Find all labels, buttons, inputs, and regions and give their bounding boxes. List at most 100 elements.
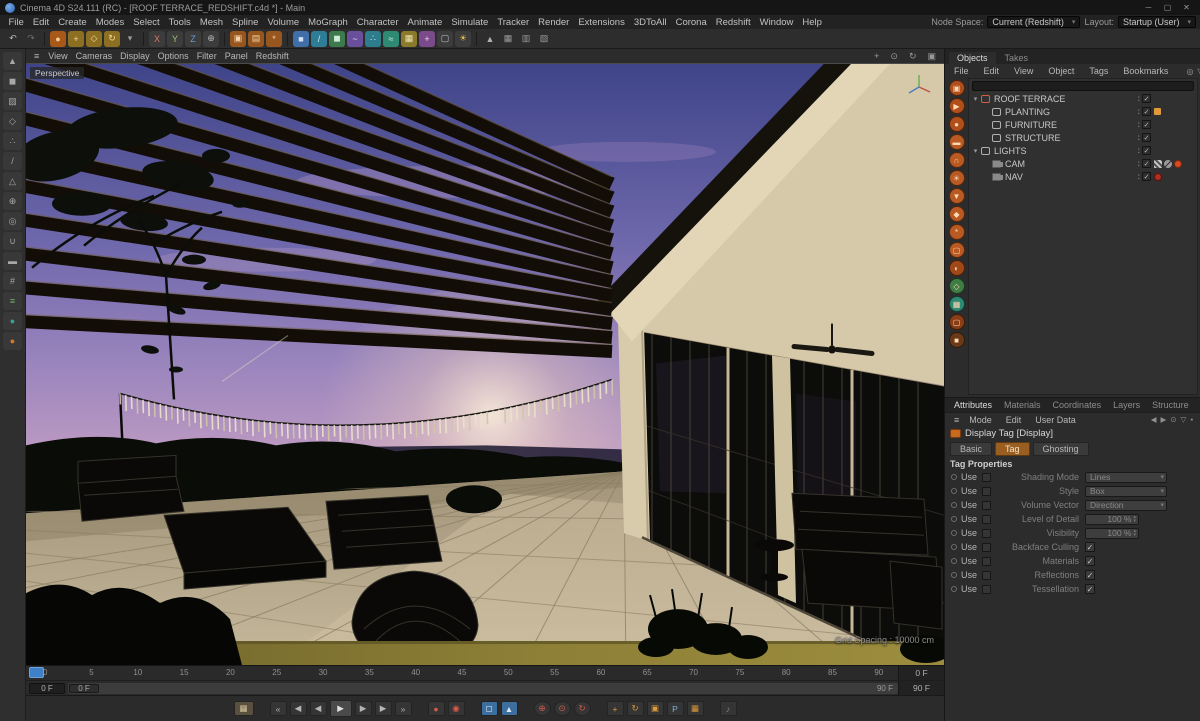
viewport-menu-cameras[interactable]: Cameras — [72, 51, 117, 61]
render-check-icon[interactable]: ✓ — [1142, 94, 1151, 103]
rs-ipr-icon[interactable]: ▶ — [948, 98, 965, 114]
forward-arrow-icon[interactable]: ▶ — [1158, 415, 1168, 424]
play-button[interactable]: ▶ — [329, 700, 352, 717]
menu-corona[interactable]: Corona — [671, 17, 711, 28]
menu-help[interactable]: Help — [798, 17, 827, 28]
parameter-mode-button[interactable]: P — [666, 701, 684, 716]
viewport-menu-options[interactable]: Options — [154, 51, 193, 61]
use-checkbox[interactable] — [982, 556, 991, 566]
layout-single-view-icon[interactable]: ▦ — [500, 31, 516, 47]
goto-end-button[interactable]: » — [394, 701, 412, 716]
camera-object-icon[interactable]: ▢ — [437, 30, 453, 47]
collapse-arrow-icon[interactable]: ▾ — [971, 147, 980, 155]
last-tool-icon[interactable]: ▾ — [122, 31, 138, 47]
subtab-basic[interactable]: Basic — [950, 441, 993, 456]
materials-checkbox[interactable]: ✓ — [1085, 556, 1095, 566]
undo-icon[interactable]: ↶ — [5, 31, 21, 47]
back-arrow-icon[interactable]: ◀ — [1149, 415, 1159, 424]
anim-dot-icon[interactable] — [951, 544, 957, 550]
rs-camera-icon[interactable]: ▢ — [948, 314, 965, 330]
prev-key-button[interactable]: ◀ — [289, 701, 307, 716]
render-check-icon[interactable]: ✓ — [1142, 172, 1151, 181]
style-select[interactable]: Box ▾ — [1085, 485, 1167, 497]
use-checkbox[interactable] — [982, 472, 991, 482]
record-position-button[interactable]: ⊕ — [533, 701, 551, 716]
edges-mode-icon[interactable]: / — [3, 152, 22, 170]
hamburger-icon[interactable]: ≡ — [950, 415, 963, 425]
range-slider-grip[interactable]: 0 F — [69, 683, 99, 693]
search-icon[interactable]: ⊙ — [1168, 415, 1178, 424]
light-object-icon[interactable]: ☀ — [455, 30, 471, 47]
om-menu-edit[interactable]: Edit — [980, 66, 1004, 76]
pan-view-icon[interactable]: + — [870, 51, 883, 62]
simulation-icon[interactable]: + — [419, 30, 435, 47]
node-space-select[interactable]: Current (Redshift) ▾ — [987, 16, 1081, 28]
anim-dot-icon[interactable] — [951, 586, 957, 592]
viewport-menu-redshift[interactable]: Redshift — [252, 51, 293, 61]
menu-mesh[interactable]: Mesh — [195, 17, 227, 28]
layer-color-chip[interactable] — [1154, 108, 1161, 115]
menu-file[interactable]: File — [4, 17, 28, 28]
render-check-icon[interactable]: ✓ — [1142, 133, 1151, 142]
menu-3dtoall[interactable]: 3DToAll — [629, 17, 671, 28]
volume-builder-icon[interactable]: ▦ — [401, 30, 417, 47]
use-checkbox[interactable] — [982, 570, 991, 580]
move-tool-icon[interactable]: + — [68, 30, 84, 47]
menu-select[interactable]: Select — [129, 17, 164, 28]
spline-pen-icon[interactable]: / — [311, 30, 327, 47]
anim-dot-icon[interactable] — [951, 488, 957, 494]
primitive-cube-icon[interactable]: ■ — [293, 30, 309, 47]
object-row-planting[interactable]: PLANTING: ✓ — [969, 105, 1197, 118]
minimize-button[interactable]: ─ — [1140, 1, 1157, 14]
object-row-furniture[interactable]: FURNITURE: ✓ — [969, 118, 1197, 131]
object-row-structure[interactable]: STRUCTURE: ✓ — [969, 131, 1197, 144]
anim-dot-icon[interactable] — [951, 572, 957, 578]
material-ball-icon[interactable]: ● — [3, 312, 22, 330]
menu-render[interactable]: Render — [534, 17, 574, 28]
tab-layers[interactable]: Layers — [1108, 400, 1145, 410]
polygons-mode-icon[interactable]: △ — [3, 172, 22, 190]
rs-portal-light-icon[interactable]: ▢ — [948, 242, 965, 258]
bend-deformer-icon[interactable]: ~ — [347, 30, 363, 47]
record-scale-button[interactable]: ⊙ — [553, 701, 571, 716]
level-of-detail-field[interactable]: 100 % ▴ ▾ — [1085, 513, 1139, 525]
current-frame-box[interactable]: 0 F — [898, 666, 944, 680]
timeline-ruler[interactable]: 0 5 10 15 20 25 30 35 40 45 50 55 60 65 70 75 80 85 90 — [26, 666, 898, 680]
anim-dot-icon[interactable] — [951, 502, 957, 508]
quantize-icon[interactable]: # — [3, 272, 22, 290]
rs-mesh-light-icon[interactable]: ◆ — [948, 206, 965, 222]
rs-proxy-icon[interactable]: ◇ — [948, 278, 965, 294]
tab-objects[interactable]: Objects — [949, 52, 996, 64]
hamburger-icon[interactable]: ≡ — [30, 51, 43, 61]
workplane-mode-icon[interactable]: ◇ — [3, 112, 22, 130]
rs-tag2-icon[interactable] — [1154, 172, 1162, 181]
subtab-ghosting[interactable]: Ghosting — [1032, 441, 1089, 456]
layout-quad-view-icon[interactable]: ▥ — [518, 31, 534, 47]
render-picture-viewer-icon[interactable]: ▤ — [248, 30, 264, 47]
viewport[interactable]: Perspective Grid Spacing : 10000 cm — [26, 63, 944, 665]
points-mode-icon[interactable]: ∴ — [3, 132, 22, 150]
fields-icon[interactable]: ≈ — [383, 30, 399, 47]
maximize-button[interactable]: ▢ — [1159, 1, 1176, 14]
make-editable-icon[interactable]: ▲ — [3, 52, 22, 70]
attr-menu-user-data[interactable]: User Data — [1031, 415, 1080, 425]
tab-attributes[interactable]: Attributes — [949, 400, 997, 410]
viewport-solo-icon[interactable]: ◎ — [3, 212, 22, 230]
menu-edit[interactable]: Edit — [28, 17, 53, 28]
close-button[interactable]: ✕ — [1178, 1, 1195, 14]
object-row-roof-terrace[interactable]: ▾ ROOF TERRACE: ✓ — [969, 92, 1197, 105]
stepper-icon[interactable]: ▴ ▾ — [1133, 515, 1136, 524]
lock-icon[interactable]: ▪ — [1188, 415, 1195, 424]
tessellation-checkbox[interactable]: ✓ — [1085, 584, 1095, 594]
use-checkbox[interactable] — [982, 500, 991, 510]
next-key-button[interactable]: ▶ — [374, 701, 392, 716]
prev-frame-button[interactable]: ◀ — [309, 701, 327, 716]
subtab-tag[interactable]: Tag — [995, 441, 1030, 456]
filter-icon[interactable]: ▽ — [1179, 415, 1189, 424]
sound-button[interactable]: ♪ — [719, 701, 737, 716]
visibility-field[interactable]: 100 % ▴ ▾ — [1085, 527, 1139, 539]
rs-area-light-icon[interactable]: ▬ — [948, 134, 965, 150]
rs-bake-icon[interactable]: ■ — [948, 332, 965, 348]
rs-material-icon[interactable]: ● — [948, 116, 965, 132]
reflections-checkbox[interactable]: ✓ — [1085, 570, 1095, 580]
